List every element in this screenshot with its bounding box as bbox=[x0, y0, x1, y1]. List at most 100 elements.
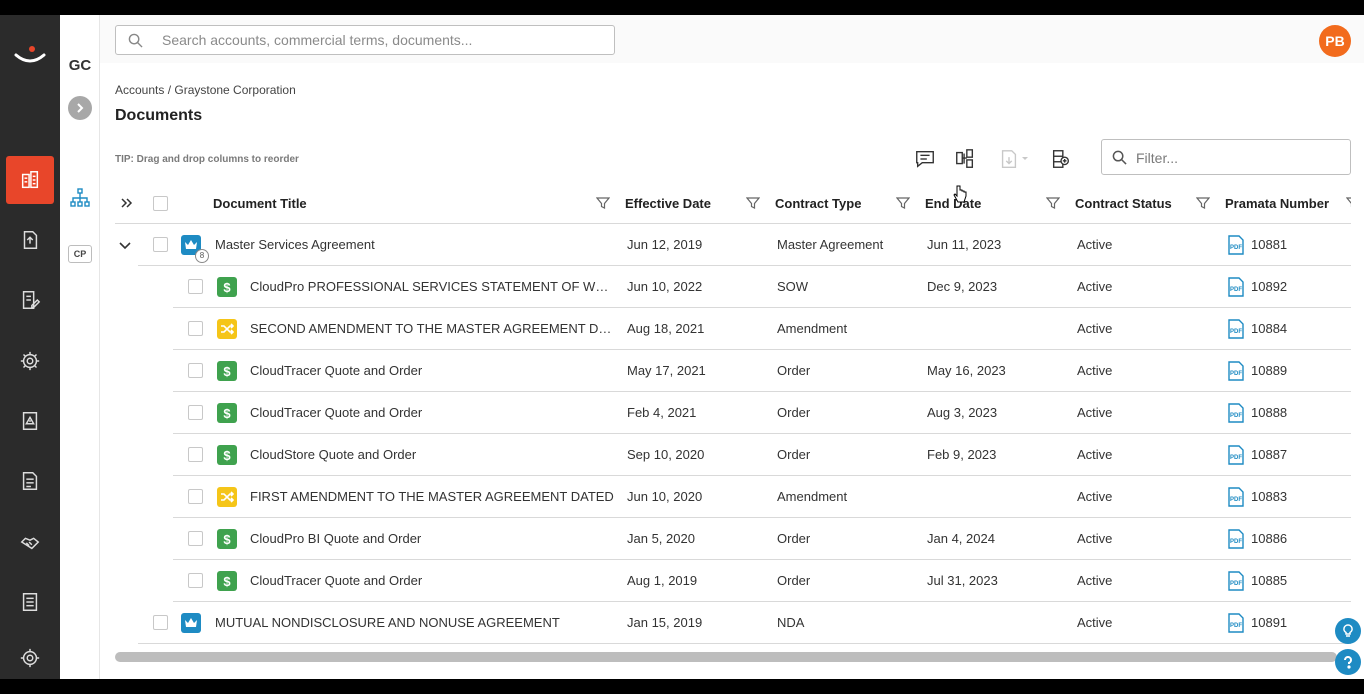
header-contract-status[interactable]: Contract Status bbox=[1075, 184, 1172, 224]
comments-button[interactable] bbox=[912, 146, 938, 172]
pramata-number-cell[interactable]: 10887 bbox=[1251, 434, 1331, 476]
search-input[interactable] bbox=[162, 30, 602, 50]
filter-funnel-icon[interactable] bbox=[596, 196, 610, 210]
document-title-link[interactable]: Master Services Agreement bbox=[215, 224, 615, 266]
header-effective-date[interactable]: Effective Date bbox=[625, 184, 711, 224]
pramata-number-cell[interactable]: 10889 bbox=[1251, 350, 1331, 392]
chevron-down-icon[interactable] bbox=[118, 238, 132, 252]
filter-funnel-icon[interactable] bbox=[896, 196, 910, 210]
nav-handshake-icon[interactable] bbox=[6, 518, 54, 566]
grid-filter bbox=[1101, 139, 1351, 175]
filter-funnel-icon[interactable] bbox=[746, 196, 760, 210]
breadcrumb[interactable]: Accounts / Graystone Corporation bbox=[115, 83, 296, 97]
table-row[interactable]: $ CloudTracer Quote and Order Aug 1, 2019 O… bbox=[173, 560, 1351, 602]
hierarchy-icon[interactable] bbox=[70, 188, 90, 208]
nav-accounts-icon[interactable] bbox=[6, 156, 54, 204]
document-title-link[interactable]: MUTUAL NONDISCLOSURE AND NONUSE AGREEMEN… bbox=[215, 602, 615, 644]
document-title-link[interactable]: CloudStore Quote and Order bbox=[250, 434, 615, 476]
lightbulb-help-button[interactable] bbox=[1335, 618, 1361, 644]
row-checkbox[interactable] bbox=[188, 573, 203, 588]
nav-edit-document-icon[interactable] bbox=[6, 276, 54, 324]
row-checkbox[interactable] bbox=[153, 237, 168, 252]
pramata-number-cell[interactable]: 10884 bbox=[1251, 308, 1331, 350]
row-checkbox[interactable] bbox=[188, 321, 203, 336]
page-title: Documents bbox=[115, 107, 203, 124]
header-pramata-number[interactable]: Pramata Number bbox=[1225, 184, 1329, 224]
document-title-link[interactable]: FIRST AMENDMENT TO THE MASTER AGREEMENT … bbox=[250, 476, 615, 518]
pdf-file-icon[interactable]: PDF bbox=[1226, 361, 1246, 381]
export-dropdown-button[interactable] bbox=[994, 146, 1034, 172]
hierarchy-view-button[interactable] bbox=[952, 146, 978, 172]
column-chooser-button[interactable] bbox=[1048, 146, 1074, 172]
row-checkbox[interactable] bbox=[188, 363, 203, 378]
horizontal-scrollbar[interactable] bbox=[115, 652, 1337, 662]
pramata-number-cell[interactable]: 10892 bbox=[1251, 266, 1331, 308]
nav-admin-gear-icon[interactable] bbox=[6, 634, 54, 679]
filter-funnel-icon[interactable] bbox=[1346, 196, 1351, 210]
table-row[interactable]: $ CloudPro PROFESSIONAL SERVICES STATEMEN… bbox=[173, 266, 1351, 308]
table-row[interactable]: 8 Master Services Agreement Jun 12, 2019 Ma… bbox=[138, 224, 1351, 266]
nav-alert-document-icon[interactable] bbox=[6, 397, 54, 445]
pdf-file-icon[interactable]: PDF bbox=[1226, 235, 1246, 255]
pramata-number-cell[interactable]: 10886 bbox=[1251, 518, 1331, 560]
contract-status-cell: Active bbox=[1077, 363, 1113, 378]
select-all-checkbox[interactable] bbox=[153, 196, 168, 211]
header-document-title[interactable]: Document Title bbox=[213, 184, 307, 224]
pramata-number-cell[interactable]: 10881 bbox=[1251, 224, 1331, 266]
row-checkbox[interactable] bbox=[153, 615, 168, 630]
pdf-file-icon[interactable]: PDF bbox=[1226, 445, 1246, 465]
document-title-link[interactable]: CloudTracer Quote and Order bbox=[250, 560, 615, 602]
filter-funnel-icon[interactable] bbox=[1196, 196, 1210, 210]
lightbulb-icon bbox=[1343, 624, 1353, 637]
hierarchy-view-icon bbox=[956, 149, 974, 168]
table-row[interactable]: $ CloudTracer Quote and Order Feb 4, 2021 O… bbox=[173, 392, 1351, 434]
pramata-number-cell[interactable]: 10885 bbox=[1251, 560, 1331, 602]
row-checkbox[interactable] bbox=[188, 489, 203, 504]
row-checkbox[interactable] bbox=[188, 405, 203, 420]
document-title-link[interactable]: CloudPro PROFESSIONAL SERVICES STATEMENT… bbox=[250, 266, 615, 308]
user-avatar[interactable]: PB bbox=[1319, 25, 1351, 57]
table-row[interactable]: $ CloudTracer Quote and Order May 17, 2021… bbox=[173, 350, 1351, 392]
row-checkbox[interactable] bbox=[188, 279, 203, 294]
table-row[interactable]: MUTUAL NONDISCLOSURE AND NONUSE AGREEMEN… bbox=[138, 602, 1351, 644]
document-title-link[interactable]: SECOND AMENDMENT TO THE MASTER AGREEMENT… bbox=[250, 308, 615, 350]
dollar-icon: $ bbox=[217, 571, 237, 591]
double-chevron-right-icon[interactable] bbox=[120, 196, 134, 210]
app-logo-icon[interactable] bbox=[10, 35, 50, 75]
cp-badge[interactable]: CP bbox=[68, 245, 92, 263]
nav-report-icon[interactable] bbox=[6, 457, 54, 505]
end-date-cell: Aug 3, 2023 bbox=[927, 405, 998, 420]
pdf-file-icon[interactable]: PDF bbox=[1226, 529, 1246, 549]
pdf-file-icon[interactable]: PDF bbox=[1226, 613, 1246, 633]
pdf-file-icon[interactable]: PDF bbox=[1226, 487, 1246, 507]
document-title-link[interactable]: CloudPro BI Quote and Order bbox=[250, 518, 615, 560]
expand-panel-button[interactable] bbox=[68, 96, 92, 120]
table-row[interactable]: SECOND AMENDMENT TO THE MASTER AGREEMENT… bbox=[173, 308, 1351, 350]
dollar-icon: $ bbox=[217, 529, 237, 549]
document-title-link[interactable]: CloudTracer Quote and Order bbox=[250, 392, 615, 434]
pramata-number-cell[interactable]: 10883 bbox=[1251, 476, 1331, 518]
nav-upload-icon[interactable] bbox=[6, 216, 54, 264]
table-row[interactable]: $ CloudPro BI Quote and Order Jan 5, 2020 O… bbox=[173, 518, 1351, 560]
document-title-link[interactable]: CloudTracer Quote and Order bbox=[250, 350, 615, 392]
pramata-number-cell[interactable]: 10891 bbox=[1251, 602, 1331, 644]
filter-funnel-icon[interactable] bbox=[1046, 196, 1060, 210]
contract-status-cell: Active bbox=[1077, 489, 1113, 504]
help-question-button[interactable] bbox=[1335, 649, 1361, 675]
header-contract-type[interactable]: Contract Type bbox=[775, 184, 861, 224]
pdf-file-icon[interactable]: PDF bbox=[1226, 571, 1246, 591]
effective-date-cell: Jun 10, 2020 bbox=[627, 489, 703, 504]
row-checkbox[interactable] bbox=[188, 531, 203, 546]
table-row[interactable]: FIRST AMENDMENT TO THE MASTER AGREEMENT … bbox=[173, 476, 1351, 518]
pdf-file-icon[interactable]: PDF bbox=[1226, 277, 1246, 297]
pdf-file-icon[interactable]: PDF bbox=[1226, 403, 1246, 423]
nav-settings-gear-icon[interactable] bbox=[6, 337, 54, 385]
contract-status-cell: Active bbox=[1077, 615, 1113, 630]
account-nav: GC CP bbox=[60, 15, 100, 679]
pramata-number-cell[interactable]: 10888 bbox=[1251, 392, 1331, 434]
filter-input[interactable] bbox=[1136, 148, 1336, 168]
nav-document-list-icon[interactable] bbox=[6, 578, 54, 626]
row-checkbox[interactable] bbox=[188, 447, 203, 462]
table-row[interactable]: $ CloudStore Quote and Order Sep 10, 2020 O… bbox=[173, 434, 1351, 476]
pdf-file-icon[interactable]: PDF bbox=[1226, 319, 1246, 339]
